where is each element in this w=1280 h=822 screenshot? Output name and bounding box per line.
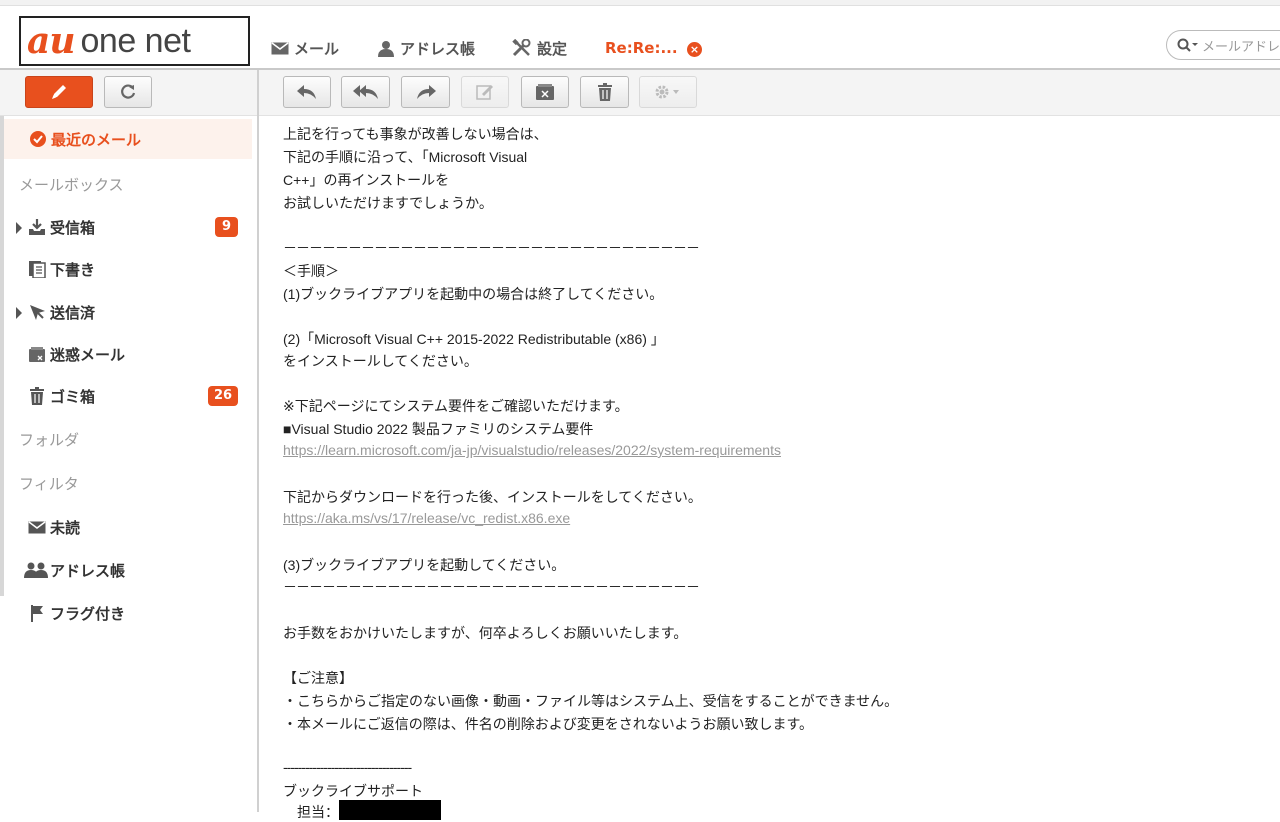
separator-line: －－－－－－－－－－－－－－－－－－－－－－－－－－－－－－－－ (283, 240, 700, 256)
message-line: お試しいただけますでしょうか。 (283, 195, 493, 211)
check-circle-icon (27, 130, 49, 148)
trash-icon (26, 387, 48, 405)
pane-divider (257, 70, 259, 812)
message-line: (2)「Microsoft Visual C++ 2015-2022 Redis… (283, 331, 665, 347)
message-line: 上記を行っても事象が改善しない場合は、 (283, 126, 548, 142)
sidebar-item-label: ゴミ箱 (50, 387, 96, 406)
sent-icon (26, 303, 48, 321)
toolbar (0, 70, 1280, 116)
trash-count-badge: 26 (208, 386, 238, 406)
message-line: 【ご注意】 (283, 670, 353, 686)
logo-onenet-text: one net (80, 22, 191, 60)
inbox-icon (26, 218, 48, 236)
signature-separator: ----------------------------------- (283, 759, 412, 775)
tab-settings[interactable]: 設定 (512, 28, 567, 68)
sidebar-item-label: 下書き (50, 260, 96, 279)
settings-button[interactable] (639, 76, 697, 108)
people-icon (24, 561, 48, 579)
trash-button[interactable] (580, 76, 629, 108)
logo-au-text: au (27, 20, 75, 62)
reply-button[interactable] (283, 76, 331, 108)
gear-icon (655, 85, 679, 99)
tab-active-label: Re:Re:... (605, 39, 678, 57)
message-line: ・こちらからご指定のない画像・動画・ファイル等はシステム上、受信をすることができ… (283, 693, 899, 709)
envelope-icon (271, 41, 289, 54)
tab-address-book[interactable]: アドレス帳 (377, 28, 475, 68)
unread-count-badge: 9 (215, 217, 238, 237)
person-icon (378, 40, 394, 57)
tools-icon (512, 39, 531, 57)
sidebar-item-label: 送信済 (50, 303, 96, 322)
reply-all-icon (352, 85, 378, 99)
sidebar-item-recent[interactable]: 最近のメール (4, 119, 252, 159)
search-input[interactable]: メールアドレ (1202, 36, 1280, 55)
flag-icon (26, 604, 48, 622)
reply-icon (297, 85, 316, 99)
au-one-net-logo[interactable]: au one net (19, 16, 250, 66)
message-line: C++」の再インストールを (283, 172, 450, 188)
redaction-box (339, 800, 441, 820)
spam-button[interactable] (521, 76, 569, 108)
signature-name: ブックライブサポート (283, 783, 423, 799)
mailbox-section-heading: メールボックス (19, 176, 124, 194)
sidebar-item-sent[interactable]: 送信済 (4, 292, 252, 332)
pencil-icon (52, 85, 66, 99)
message-line: ※下記ページにてシステム要件をご確認いただけます。 (283, 398, 629, 414)
sidebar-item-label: フラグ付き (50, 604, 126, 623)
tab-mail[interactable]: メール (271, 28, 339, 68)
close-icon[interactable]: × (687, 42, 702, 57)
tab-address-label: アドレス帳 (400, 39, 476, 58)
message-line: ＜手順＞ (283, 263, 339, 279)
draft-icon (26, 260, 48, 278)
message-line: ■Visual Studio 2022 製品ファミリのシステム要件 (283, 421, 594, 437)
tab-settings-label: 設定 (537, 39, 568, 58)
message-line: (3)ブックライブアプリを起動してください。 (283, 557, 566, 573)
message-line: 下記からダウンロードを行った後、インストールをしてください。 (283, 489, 702, 505)
download-link[interactable]: https://aka.ms/vs/17/release/vc_redist.x… (283, 510, 570, 526)
sidebar-item-label: アドレス帳 (50, 561, 126, 580)
sidebar-item-flagged[interactable]: フラグ付き (4, 593, 252, 633)
message-line: 下記の手順に沿って、「Microsoft Visual (283, 149, 528, 165)
forward-icon (416, 85, 436, 99)
edit-button[interactable] (461, 76, 509, 108)
sidebar-item-label: 受信箱 (50, 218, 96, 237)
compose-button[interactable] (25, 76, 93, 108)
requirements-link[interactable]: https://learn.microsoft.com/ja-jp/visual… (283, 442, 781, 458)
folder-section-heading[interactable]: フォルダ (19, 429, 79, 450)
spam-icon (536, 84, 554, 100)
message-line: (1)ブックライブアプリを起動中の場合は終了してください。 (283, 286, 664, 302)
sidebar-item-drafts[interactable]: 下書き (4, 249, 252, 289)
sidebar-item-address-book[interactable]: アドレス帳 (4, 550, 252, 590)
refresh-icon (121, 84, 136, 99)
sidebar-item-label: 最近のメール (51, 130, 142, 149)
app-header: au one net メール アドレス帳 設定 Re:Re:... × メールア… (0, 6, 1280, 75)
separator-line: －－－－－－－－－－－－－－－－－－－－－－－－－－－－－－－－ (283, 579, 700, 595)
sidebar-item-unread[interactable]: 未読 (4, 507, 252, 547)
sidebar-item-label: 未読 (50, 518, 81, 537)
sidebar-item-spam[interactable]: 迷惑メール (4, 334, 252, 374)
trash-icon (597, 83, 612, 101)
message-line: ・本メールにご返信の際は、件名の削除および変更をされないようお願い致します。 (283, 716, 814, 732)
filter-section-heading[interactable]: フィルタ (19, 473, 79, 494)
reply-all-button[interactable] (341, 76, 390, 108)
search-box[interactable]: メールアドレ (1166, 30, 1280, 60)
search-icon (1177, 38, 1198, 52)
message-line: をインストールしてください。 (283, 353, 478, 369)
signature-contact: 担当： (283, 804, 339, 820)
edit-icon (476, 85, 493, 100)
tab-mail-label: メール (294, 39, 340, 58)
sidebar-item-label: 迷惑メール (50, 345, 126, 364)
forward-button[interactable] (401, 76, 450, 108)
envelope-icon (26, 520, 48, 534)
spam-icon (26, 345, 48, 363)
refresh-button[interactable] (104, 76, 152, 108)
message-line: お手数をおかけいたしますが、何卒よろしくお願いいたします。 (283, 625, 688, 641)
